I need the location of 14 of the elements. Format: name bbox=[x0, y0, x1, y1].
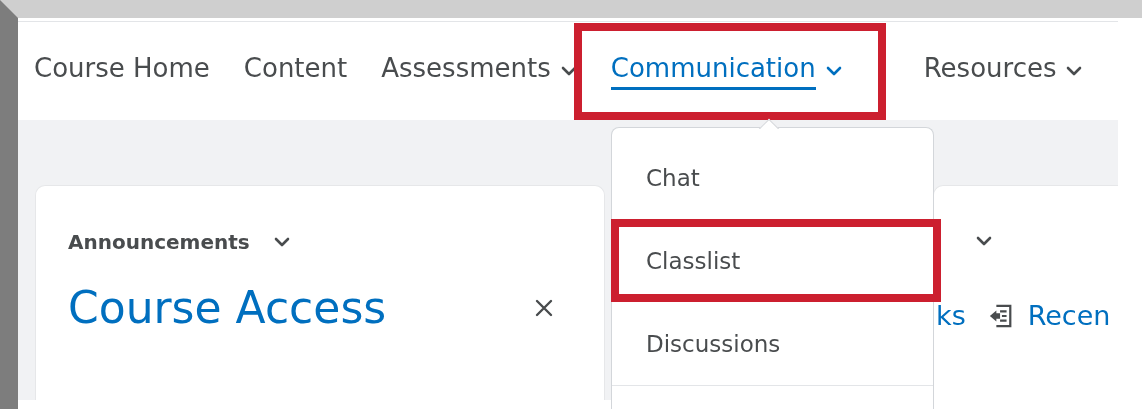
widget-link[interactable]: ks bbox=[936, 300, 966, 331]
menu-item[interactable]: Classlist bbox=[611, 219, 941, 302]
close-button[interactable] bbox=[534, 297, 554, 318]
document-arrow-icon bbox=[987, 302, 1014, 329]
menu-item[interactable]: Discussions bbox=[612, 302, 933, 385]
announcement-title: Course Access bbox=[68, 282, 387, 333]
nav-tab[interactable]: Course Home bbox=[34, 52, 210, 90]
nav-tab[interactable]: Resources bbox=[923, 52, 1083, 90]
widget-link[interactable]: Recen bbox=[1027, 300, 1111, 331]
chevron-down-icon bbox=[976, 236, 992, 246]
nav-tab[interactable]: Content bbox=[243, 52, 348, 90]
menu-item[interactable]: Chat bbox=[612, 136, 933, 219]
chevron-down-icon bbox=[273, 237, 290, 247]
widget-heading: Announcements bbox=[68, 230, 250, 254]
